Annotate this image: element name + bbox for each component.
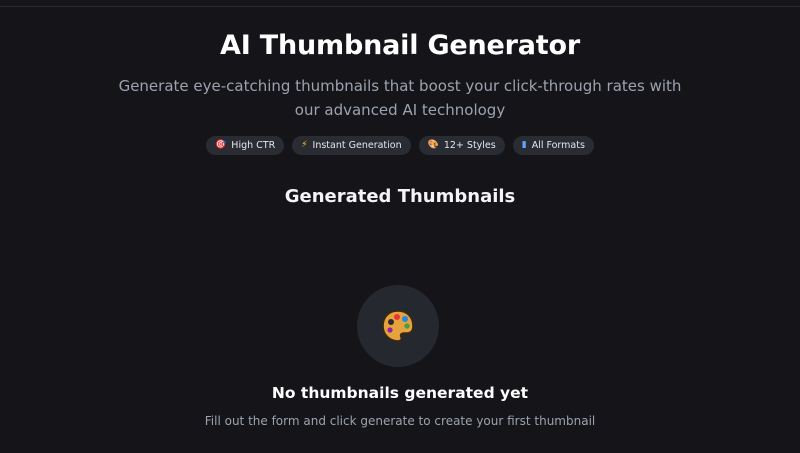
empty-state-title: No thumbnails generated yet [271, 384, 529, 402]
section-title: Generated Thumbnails [284, 186, 516, 207]
page-subtitle: Generate eye-catching thumbnails that bo… [118, 77, 682, 119]
feature-badges: 🎯 High CTR ⚡ Instant Generation 🎨 12+ St… [0, 136, 800, 155]
badge-label: High CTR [231, 140, 276, 151]
badge-instant-generation: ⚡ Instant Generation [292, 136, 411, 155]
badge-styles: 🎨 12+ Styles [418, 136, 505, 155]
badge-high-ctr: 🎯 High CTR [206, 136, 285, 155]
badge-label: All Formats [531, 140, 585, 151]
hero-section: AI Thumbnail Generator Generate eye-catc… [0, 24, 800, 155]
target-icon: 🎯 [215, 140, 227, 150]
lightning-icon: ⚡ [301, 140, 308, 150]
phone-icon: ▮ [521, 140, 527, 150]
top-divider [0, 6, 800, 7]
page-title: AI Thumbnail Generator [220, 30, 580, 61]
page: AI Thumbnail Generator Generate eye-catc… [0, 0, 800, 453]
palette-icon: 🎨 [427, 140, 439, 150]
badge-all-formats: ▮ All Formats [512, 136, 594, 155]
palette-icon [382, 310, 414, 342]
empty-state-icon-circle [357, 285, 439, 367]
empty-state-description: Fill out the form and click generate to … [204, 414, 596, 428]
badge-label: Instant Generation [312, 140, 402, 151]
badge-label: 12+ Styles [443, 140, 496, 151]
